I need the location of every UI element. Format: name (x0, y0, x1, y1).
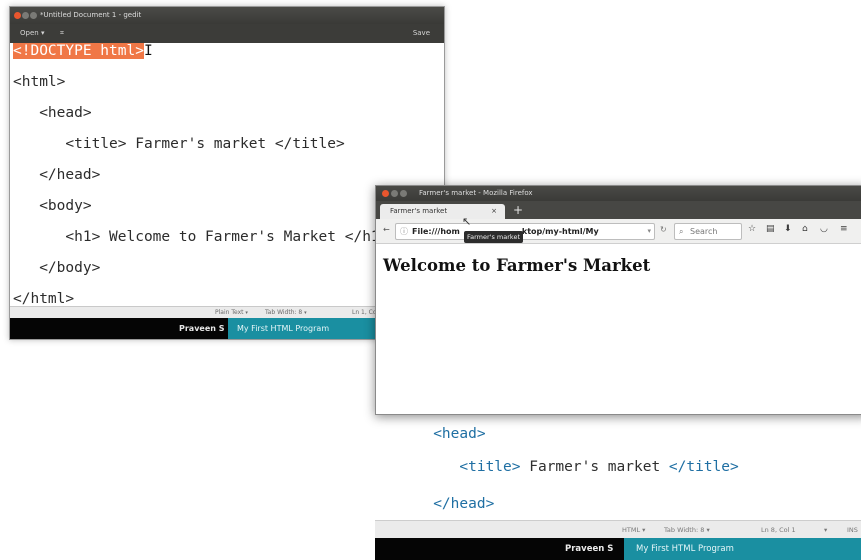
chevron-down-icon: ▾ (40, 29, 45, 37)
navigation-toolbar: ← ⓘ File:///hom ktop/my-html/My ▾ ↻ ⌕ Sea… (376, 219, 861, 244)
url-suffix: ktop/my-html/My (521, 227, 599, 236)
editor-line: <!DOCTYPE html>I (13, 43, 153, 59)
tab-label: Farmer's market (390, 207, 448, 215)
chevron-down-icon: ▾ (245, 310, 248, 316)
editor-line: </html> (13, 291, 75, 307)
search-placeholder: Search (690, 227, 718, 236)
chevron-down-icon: ▾ (642, 526, 646, 534)
search-input[interactable]: ⌕ Search (674, 223, 742, 240)
lower-statusbar: HTML ▾ Tab Width: 8 ▾ Ln 8, Col 1 ▾ INS (375, 520, 861, 539)
open-button[interactable]: Open ▾ (20, 24, 44, 43)
url-text: File:///hom ktop/my-html/My (412, 224, 638, 239)
tab-width-label: Tab Width: 8 (664, 526, 705, 534)
menu-icon[interactable]: ≡ (840, 224, 848, 234)
chevron-down-icon: ▾ (706, 526, 710, 534)
back-arrow-icon[interactable]: ← (383, 225, 390, 234)
editor-line: <title> Farmer's market </title> (407, 459, 739, 475)
reading-list-icon[interactable]: ▤ (766, 224, 775, 234)
tab-width-selector[interactable]: Tab Width: 8 ▾ (664, 521, 710, 539)
editor-line: </head> (407, 496, 494, 512)
new-tab-button[interactable]: + (513, 203, 523, 218)
chevron-down-icon[interactable]: ▾ (647, 224, 651, 239)
tab-strip: Farmer's market × + (376, 201, 861, 219)
url-prefix: File:///hom (412, 227, 460, 236)
reload-icon[interactable]: ↻ (660, 225, 667, 234)
html-tag: <title> (459, 459, 521, 475)
chevron-down-icon: ▾ (304, 310, 307, 316)
user-name: Praveen S (179, 324, 225, 333)
firefox-titlebar: Farmer's market - Mozilla Firefox (376, 186, 861, 201)
save-button[interactable]: Save (413, 24, 430, 43)
editor-line: </head> (13, 167, 101, 183)
maximize-window-icon[interactable] (30, 12, 37, 19)
download-icon[interactable]: ⬇ (784, 224, 792, 234)
taskbar: Praveen S My First HTML Program (375, 538, 861, 560)
minimize-window-icon[interactable] (22, 12, 29, 19)
gedit-toolbar: Open ▾ ⌗ Save (10, 24, 444, 43)
user-name: Praveen S (565, 544, 614, 554)
editor-line: <title> Farmer's market </title> (13, 136, 345, 152)
window-title: Farmer's market - Mozilla Firefox (419, 189, 533, 197)
html-tag: </head> (407, 496, 495, 512)
selected-text: <!DOCTYPE html> (13, 43, 144, 59)
maximize-window-icon[interactable] (400, 190, 407, 197)
window-title: *Untitled Document 1 - gedit (40, 11, 142, 19)
gedit-titlebar: *Untitled Document 1 - gedit (10, 7, 444, 24)
tab-width-label: Tab Width: 8 (265, 309, 303, 316)
new-document-icon[interactable]: ⌗ (60, 24, 64, 43)
page-content: Welcome to Farmer's Market (376, 244, 861, 414)
chevron-down-icon[interactable]: ▾ (824, 521, 827, 539)
program-title-banner: My First HTML Program (624, 538, 861, 560)
lower-editor-area[interactable]: <head> <title> Farmer's market </title> … (375, 413, 861, 522)
bookmark-star-icon[interactable]: ☆ (748, 224, 756, 234)
text-cursor-icon: I (143, 43, 153, 59)
url-bar[interactable]: ⓘ File:///hom ktop/my-html/My ▾ (395, 223, 655, 240)
html-tag: <head> (407, 426, 486, 442)
editor-line: <head> (407, 426, 486, 442)
close-tab-icon[interactable]: × (491, 204, 497, 219)
language-selector[interactable]: HTML ▾ (622, 521, 645, 539)
editor-line: <h1> Welcome to Farmer's Market </h1> (13, 229, 389, 245)
editor-line: <head> (13, 105, 92, 121)
editor-line: <html> (13, 74, 66, 90)
close-window-icon[interactable] (382, 190, 389, 197)
minimize-window-icon[interactable] (391, 190, 398, 197)
mouse-pointer-icon: ↖ (462, 215, 472, 228)
search-icon: ⌕ (679, 227, 684, 236)
open-label: Open (20, 29, 39, 37)
tab-tooltip: Farmer's market (464, 231, 523, 243)
html-tag: </title> (668, 459, 739, 475)
editor-line: </body> (13, 260, 101, 276)
home-icon[interactable]: ⌂ (802, 224, 808, 234)
cursor-position: Ln 8, Col 1 (761, 526, 796, 534)
firefox-window: Farmer's market - Mozilla Firefox Farmer… (375, 185, 861, 415)
close-window-icon[interactable] (14, 12, 21, 19)
tab-farmers-market[interactable]: Farmer's market × (380, 204, 505, 219)
language-label: HTML (622, 526, 641, 534)
pocket-icon[interactable]: ◡ (820, 224, 828, 234)
page-heading: Welcome to Farmer's Market (383, 256, 651, 275)
insert-mode: INS (847, 526, 858, 534)
editor-line: <body> (13, 198, 92, 214)
info-icon[interactable]: ⓘ (400, 224, 408, 239)
language-label: Plain Text (215, 309, 244, 316)
title-text: Farmer's market (520, 459, 669, 475)
